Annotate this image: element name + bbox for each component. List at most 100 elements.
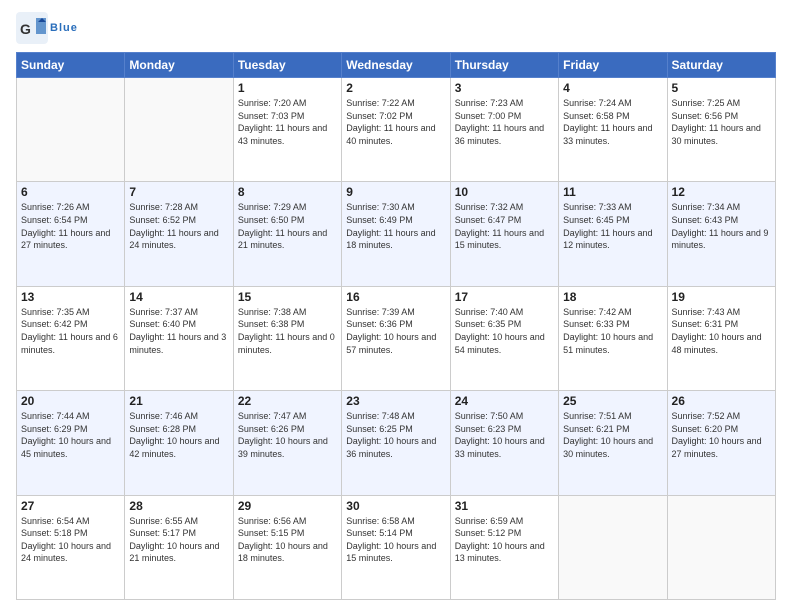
calendar-week-5: 27Sunrise: 6:54 AM Sunset: 5:18 PM Dayli… <box>17 495 776 599</box>
calendar-cell: 7 Sunrise: 7:28 AM Sunset: 6:52 PM Daylig… <box>125 182 233 286</box>
calendar-cell: 24 Sunrise: 7:50 AM Sunset: 6:23 PM Dayli… <box>450 391 558 495</box>
day-number: 28 <box>129 499 228 513</box>
calendar-cell: 2 Sunrise: 7:22 AM Sunset: 7:02 PM Daylig… <box>342 78 450 182</box>
calendar-cell: 16 Sunrise: 7:39 AM Sunset: 6:36 PM Dayli… <box>342 286 450 390</box>
day-number: 19 <box>672 290 771 304</box>
day-info: Sunrise: 7:39 AM Sunset: 6:36 PM Dayligh… <box>346 306 445 356</box>
calendar-cell: 28 Sunrise: 6:55 AM Sunset: 5:17 PM Dayli… <box>125 495 233 599</box>
weekday-tuesday: Tuesday <box>233 53 341 78</box>
logo: G Blue <box>16 12 78 44</box>
weekday-header-row: SundayMondayTuesdayWednesdayThursdayFrid… <box>17 53 776 78</box>
day-info: Sunrise: 7:48 AM Sunset: 6:25 PM Dayligh… <box>346 410 445 460</box>
day-number: 30 <box>346 499 445 513</box>
calendar-cell: 14Sunrise: 7:37 AM Sunset: 6:40 PM Dayli… <box>125 286 233 390</box>
weekday-thursday: Thursday <box>450 53 558 78</box>
day-number: 1 <box>238 81 337 95</box>
day-info: Sunrise: 6:56 AM Sunset: 5:15 PM Dayligh… <box>238 515 337 565</box>
calendar-cell: 25 Sunrise: 7:51 AM Sunset: 6:21 PM Dayli… <box>559 391 667 495</box>
calendar-table: SundayMondayTuesdayWednesdayThursdayFrid… <box>16 52 776 600</box>
day-number: 9 <box>346 185 445 199</box>
day-info: Sunrise: 7:38 AM Sunset: 6:38 PM Dayligh… <box>238 306 337 356</box>
calendar-cell: 21 Sunrise: 7:46 AM Sunset: 6:28 PM Dayli… <box>125 391 233 495</box>
day-info: Sunrise: 6:55 AM Sunset: 5:17 PM Dayligh… <box>129 515 228 565</box>
day-info: Sunrise: 7:52 AM Sunset: 6:20 PM Dayligh… <box>672 410 771 460</box>
day-number: 25 <box>563 394 662 408</box>
day-info: Sunrise: 6:54 AM Sunset: 5:18 PM Dayligh… <box>21 515 120 565</box>
day-number: 17 <box>455 290 554 304</box>
day-number: 24 <box>455 394 554 408</box>
day-info: Sunrise: 7:23 AM Sunset: 7:00 PM Dayligh… <box>455 97 554 147</box>
day-number: 22 <box>238 394 337 408</box>
day-number: 13 <box>21 290 120 304</box>
calendar-cell: 30 Sunrise: 6:58 AM Sunset: 5:14 PM Dayli… <box>342 495 450 599</box>
calendar-week-4: 20 Sunrise: 7:44 AM Sunset: 6:29 PM Dayli… <box>17 391 776 495</box>
day-number: 8 <box>238 185 337 199</box>
logo-icon: G <box>16 12 48 44</box>
day-info: Sunrise: 7:33 AM Sunset: 6:45 PM Dayligh… <box>563 201 662 251</box>
calendar-cell: 29 Sunrise: 6:56 AM Sunset: 5:15 PM Dayli… <box>233 495 341 599</box>
day-number: 10 <box>455 185 554 199</box>
day-info: Sunrise: 7:34 AM Sunset: 6:43 PM Dayligh… <box>672 201 771 251</box>
calendar-cell <box>17 78 125 182</box>
calendar-cell: 12Sunrise: 7:34 AM Sunset: 6:43 PM Dayli… <box>667 182 775 286</box>
day-info: Sunrise: 7:35 AM Sunset: 6:42 PM Dayligh… <box>21 306 120 356</box>
day-info: Sunrise: 7:51 AM Sunset: 6:21 PM Dayligh… <box>563 410 662 460</box>
calendar-cell: 8 Sunrise: 7:29 AM Sunset: 6:50 PM Daylig… <box>233 182 341 286</box>
day-number: 20 <box>21 394 120 408</box>
calendar-cell: 3 Sunrise: 7:23 AM Sunset: 7:00 PM Daylig… <box>450 78 558 182</box>
day-number: 21 <box>129 394 228 408</box>
calendar-cell: 10 Sunrise: 7:32 AM Sunset: 6:47 PM Dayli… <box>450 182 558 286</box>
calendar-cell: 27Sunrise: 6:54 AM Sunset: 5:18 PM Dayli… <box>17 495 125 599</box>
calendar-cell: 5Sunrise: 7:25 AM Sunset: 6:56 PM Daylig… <box>667 78 775 182</box>
calendar-cell: 20 Sunrise: 7:44 AM Sunset: 6:29 PM Dayli… <box>17 391 125 495</box>
calendar-cell: 22Sunrise: 7:47 AM Sunset: 6:26 PM Dayli… <box>233 391 341 495</box>
day-info: Sunrise: 7:37 AM Sunset: 6:40 PM Dayligh… <box>129 306 228 356</box>
day-number: 6 <box>21 185 120 199</box>
logo-tagline: Blue <box>50 22 78 34</box>
day-info: Sunrise: 7:25 AM Sunset: 6:56 PM Dayligh… <box>672 97 771 147</box>
calendar-cell: 9 Sunrise: 7:30 AM Sunset: 6:49 PM Daylig… <box>342 182 450 286</box>
day-info: Sunrise: 6:58 AM Sunset: 5:14 PM Dayligh… <box>346 515 445 565</box>
calendar-cell: 18 Sunrise: 7:42 AM Sunset: 6:33 PM Dayli… <box>559 286 667 390</box>
day-info: Sunrise: 7:46 AM Sunset: 6:28 PM Dayligh… <box>129 410 228 460</box>
day-info: Sunrise: 7:22 AM Sunset: 7:02 PM Dayligh… <box>346 97 445 147</box>
calendar-cell: 13 Sunrise: 7:35 AM Sunset: 6:42 PM Dayli… <box>17 286 125 390</box>
calendar-week-2: 6 Sunrise: 7:26 AM Sunset: 6:54 PM Daylig… <box>17 182 776 286</box>
day-info: Sunrise: 7:24 AM Sunset: 6:58 PM Dayligh… <box>563 97 662 147</box>
day-info: Sunrise: 7:40 AM Sunset: 6:35 PM Dayligh… <box>455 306 554 356</box>
calendar-week-1: 1 Sunrise: 7:20 AM Sunset: 7:03 PM Daylig… <box>17 78 776 182</box>
calendar-cell: 23Sunrise: 7:48 AM Sunset: 6:25 PM Dayli… <box>342 391 450 495</box>
day-number: 7 <box>129 185 228 199</box>
day-info: Sunrise: 7:44 AM Sunset: 6:29 PM Dayligh… <box>21 410 120 460</box>
calendar-cell: 11 Sunrise: 7:33 AM Sunset: 6:45 PM Dayli… <box>559 182 667 286</box>
day-info: Sunrise: 7:26 AM Sunset: 6:54 PM Dayligh… <box>21 201 120 251</box>
header: G Blue <box>16 12 776 44</box>
day-number: 18 <box>563 290 662 304</box>
calendar-cell: 1 Sunrise: 7:20 AM Sunset: 7:03 PM Daylig… <box>233 78 341 182</box>
svg-text:G: G <box>20 21 31 37</box>
weekday-saturday: Saturday <box>667 53 775 78</box>
weekday-wednesday: Wednesday <box>342 53 450 78</box>
day-number: 11 <box>563 185 662 199</box>
day-info: Sunrise: 7:42 AM Sunset: 6:33 PM Dayligh… <box>563 306 662 356</box>
day-info: Sunrise: 7:29 AM Sunset: 6:50 PM Dayligh… <box>238 201 337 251</box>
day-info: Sunrise: 7:30 AM Sunset: 6:49 PM Dayligh… <box>346 201 445 251</box>
calendar-cell: 6 Sunrise: 7:26 AM Sunset: 6:54 PM Daylig… <box>17 182 125 286</box>
day-info: Sunrise: 7:43 AM Sunset: 6:31 PM Dayligh… <box>672 306 771 356</box>
day-number: 31 <box>455 499 554 513</box>
day-info: Sunrise: 7:50 AM Sunset: 6:23 PM Dayligh… <box>455 410 554 460</box>
calendar-cell <box>559 495 667 599</box>
day-number: 29 <box>238 499 337 513</box>
day-info: Sunrise: 7:28 AM Sunset: 6:52 PM Dayligh… <box>129 201 228 251</box>
day-info: Sunrise: 7:32 AM Sunset: 6:47 PM Dayligh… <box>455 201 554 251</box>
calendar-cell: 17 Sunrise: 7:40 AM Sunset: 6:35 PM Dayli… <box>450 286 558 390</box>
day-number: 3 <box>455 81 554 95</box>
day-number: 2 <box>346 81 445 95</box>
weekday-monday: Monday <box>125 53 233 78</box>
calendar-cell: 4 Sunrise: 7:24 AM Sunset: 6:58 PM Daylig… <box>559 78 667 182</box>
day-number: 16 <box>346 290 445 304</box>
calendar-cell: 26Sunrise: 7:52 AM Sunset: 6:20 PM Dayli… <box>667 391 775 495</box>
calendar-page: G Blue SundayMondayTuesdayWednesdayThurs… <box>0 0 792 612</box>
day-info: Sunrise: 7:20 AM Sunset: 7:03 PM Dayligh… <box>238 97 337 147</box>
day-number: 4 <box>563 81 662 95</box>
